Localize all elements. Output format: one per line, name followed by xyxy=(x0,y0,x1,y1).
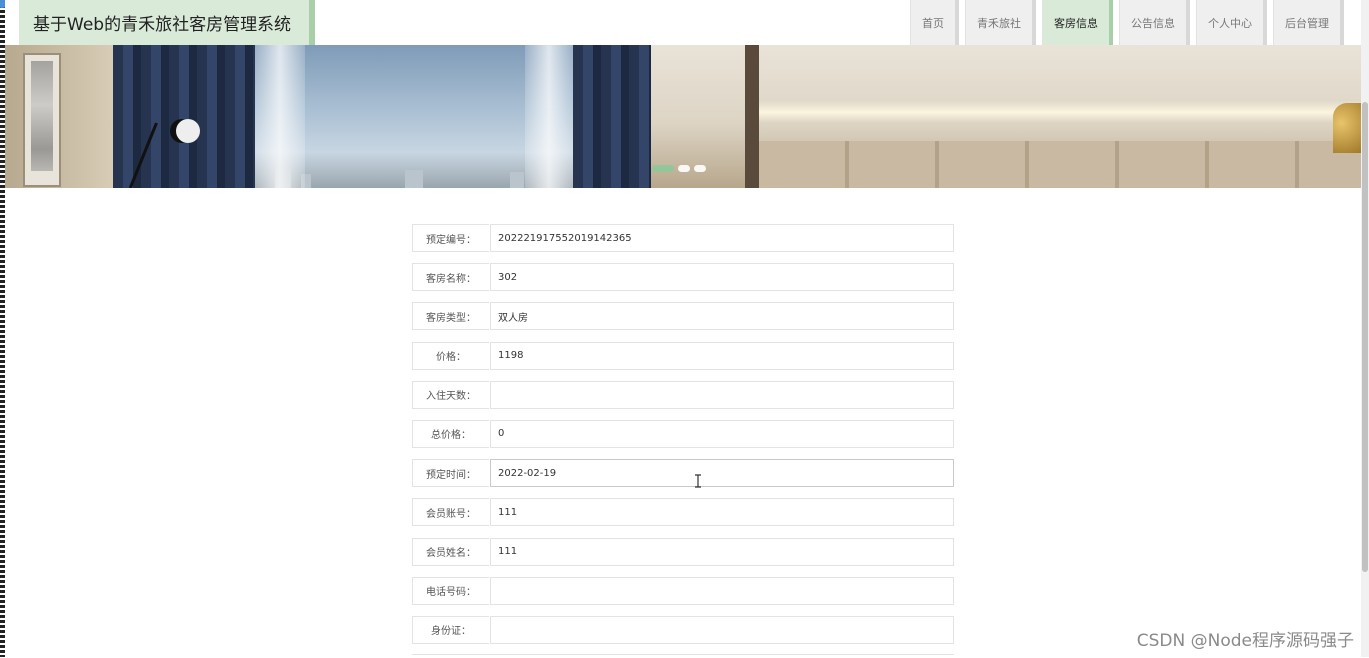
room-type-label: 客房类型： xyxy=(412,302,489,331)
floor-lamp-head xyxy=(176,119,200,143)
text-cursor-icon xyxy=(695,474,701,488)
form-row-member-name: 会员姓名： xyxy=(412,537,954,566)
room-type-field[interactable] xyxy=(490,302,954,331)
form-row-id-card: 身份证： xyxy=(412,615,954,644)
page-scrollbar[interactable] xyxy=(1361,0,1369,657)
banner-headboard xyxy=(759,141,1361,188)
phone-label: 电话号码： xyxy=(412,576,489,605)
total-price-label: 总价格： xyxy=(412,419,489,448)
member-account-label: 会员账号： xyxy=(412,498,489,527)
form-row-booking-date: 预定时间： xyxy=(412,459,954,488)
carousel-dots xyxy=(652,165,706,172)
id-card-label: 身份证： xyxy=(412,615,489,644)
banner-frame xyxy=(745,45,759,188)
nav-item-rooms[interactable]: 客房信息 xyxy=(1042,0,1113,45)
form-row-member-account: 会员账号： xyxy=(412,498,954,527)
nav-item-home[interactable]: 首页 xyxy=(910,0,959,45)
booking-date-field[interactable] xyxy=(490,459,954,488)
member-account-field[interactable] xyxy=(490,498,954,527)
room-name-field[interactable] xyxy=(490,263,954,292)
booking-date-label: 预定时间： xyxy=(412,459,489,488)
banner-curtain-right xyxy=(573,45,651,188)
member-name-label: 会员姓名： xyxy=(412,537,489,566)
form-row-room-type: 客房类型： xyxy=(412,302,954,331)
form-row-booking-no: 预定编号： xyxy=(412,224,954,252)
price-label: 价格： xyxy=(412,341,489,370)
scrollbar-thumb[interactable] xyxy=(1362,102,1368,572)
form-row-phone: 电话号码： xyxy=(412,576,954,605)
booking-no-field[interactable] xyxy=(490,224,954,252)
phone-field[interactable] xyxy=(490,576,954,605)
wall-lamp xyxy=(1333,103,1361,153)
carousel-dot-2[interactable] xyxy=(678,165,690,172)
form-row-stay-days: 入住天数： xyxy=(412,380,954,409)
form-row-partial xyxy=(412,654,954,658)
form-row-price: 价格： xyxy=(412,341,954,370)
stay-days-label: 入住天数： xyxy=(412,380,489,409)
hero-banner xyxy=(5,45,1361,188)
watermark: CSDN @Node程序源码强子 xyxy=(1136,631,1354,651)
wall-art xyxy=(23,53,61,187)
site-title: 基于Web的青禾旅社客房管理系统 xyxy=(19,0,315,45)
nav-item-about[interactable]: 青禾旅社 xyxy=(965,0,1036,45)
carousel-dot-3[interactable] xyxy=(694,165,706,172)
price-field[interactable] xyxy=(490,341,954,370)
nav-item-profile[interactable]: 个人中心 xyxy=(1196,0,1267,45)
booking-no-label: 预定编号： xyxy=(412,224,489,252)
banner-curtain-left xyxy=(113,45,255,188)
id-card-field[interactable] xyxy=(490,615,954,644)
banner-light-strip xyxy=(759,101,1361,123)
nav-item-admin[interactable]: 后台管理 xyxy=(1273,0,1344,45)
total-price-field[interactable] xyxy=(490,419,954,448)
carousel-dot-1[interactable] xyxy=(652,165,674,172)
main-nav: 首页 青禾旅社 客房信息 公告信息 个人中心 后台管理 xyxy=(910,0,1344,45)
room-name-label: 客房名称： xyxy=(412,263,489,292)
banner-window xyxy=(255,45,573,188)
nav-item-notices[interactable]: 公告信息 xyxy=(1119,0,1190,45)
form-row-total-price: 总价格： xyxy=(412,419,954,448)
stay-days-field[interactable] xyxy=(490,380,954,409)
site-header: 基于Web的青禾旅社客房管理系统 首页 青禾旅社 客房信息 公告信息 个人中心 … xyxy=(5,0,1361,45)
form-row-room-name: 客房名称： xyxy=(412,263,954,292)
booking-form: 预定编号： 客房名称： 客房类型： 价格： 入住天数： 总价格： 预定时间： 会… xyxy=(412,224,954,655)
member-name-field[interactable] xyxy=(490,537,954,566)
